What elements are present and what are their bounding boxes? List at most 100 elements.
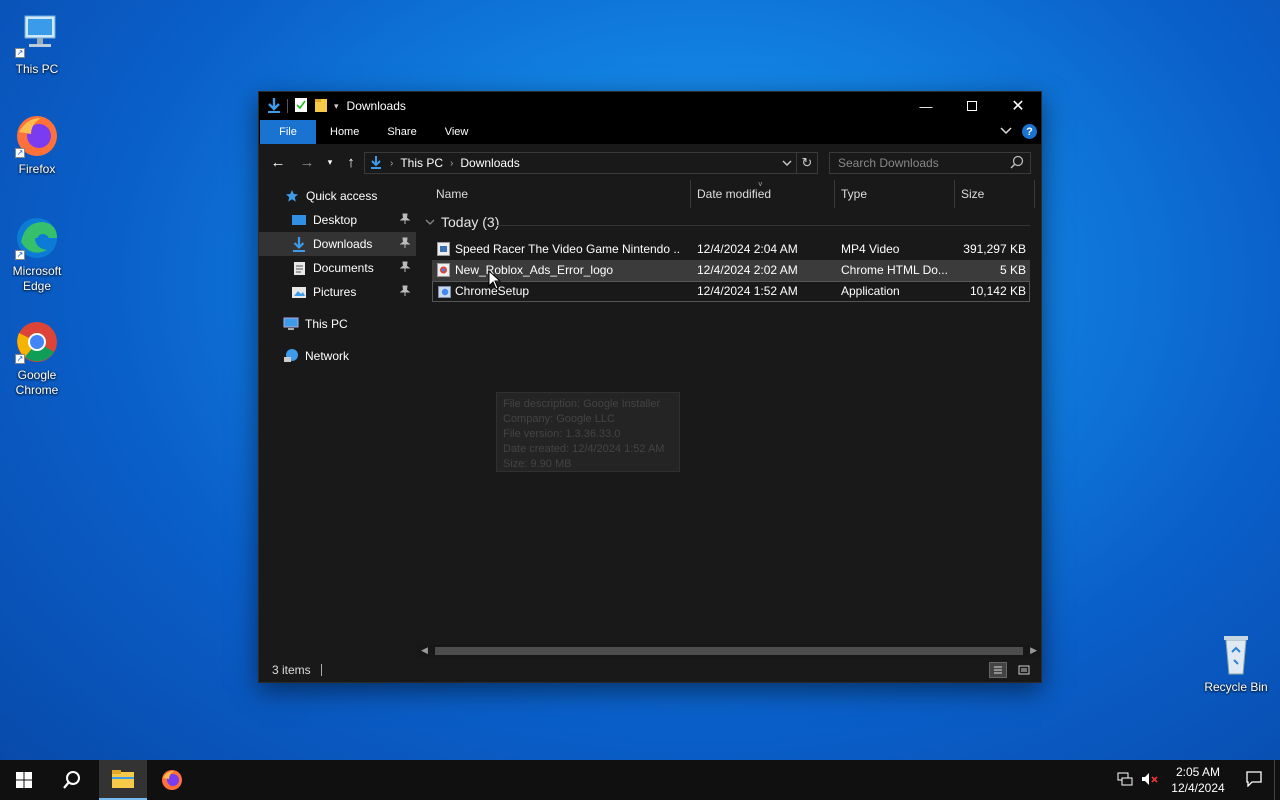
column-header-name[interactable]: Name xyxy=(436,180,686,208)
taskbar-file-explorer[interactable] xyxy=(99,760,147,800)
tooltip-line: Date created: 12/4/2024 1:52 AM xyxy=(503,443,665,455)
large-icons-view-icon xyxy=(1018,665,1030,675)
scroll-left-icon[interactable]: ◀ xyxy=(421,645,428,656)
scroll-right-icon[interactable]: ▶ xyxy=(1030,645,1037,656)
group-header-today[interactable]: Today (3) xyxy=(425,214,499,230)
nav-this-pc[interactable]: This PC xyxy=(259,312,416,336)
desktop-icon-label: Firefox xyxy=(18,162,56,176)
quick-access-toolbar: ▾ xyxy=(259,92,339,120)
volume-muted-icon[interactable] xyxy=(1138,772,1162,789)
file-row[interactable]: ChromeSetup 12/4/2024 1:52 AM Applicatio… xyxy=(432,281,1030,302)
documents-folder-icon xyxy=(291,260,307,276)
search-button[interactable] xyxy=(48,760,96,800)
forward-button[interactable]: → xyxy=(295,154,319,171)
chrome-icon: ↗ xyxy=(13,318,61,366)
nav-label: Quick access xyxy=(306,189,378,203)
properties-icon[interactable] xyxy=(294,97,308,116)
network-icon xyxy=(283,348,299,364)
computer-icon xyxy=(283,316,299,332)
pin-icon xyxy=(399,261,411,276)
column-header-size[interactable]: Size xyxy=(961,180,1031,208)
expand-ribbon-icon[interactable] xyxy=(1000,126,1012,138)
file-type: Chrome HTML Do... xyxy=(841,263,948,277)
explorer-body: Quick access Desktop Downloads Documents… xyxy=(259,180,1041,658)
new-folder-icon[interactable] xyxy=(314,97,328,116)
large-icons-view-button[interactable] xyxy=(1015,662,1033,678)
notifications-icon[interactable] xyxy=(1234,770,1274,790)
back-button[interactable]: ← xyxy=(266,154,290,171)
downloads-location-icon xyxy=(369,155,383,172)
nav-network[interactable]: Network xyxy=(259,344,416,368)
desktop-icon-edge[interactable]: ↗ Microsoft Edge xyxy=(1,214,73,294)
tooltip-line: Company: Google LLC xyxy=(503,413,615,425)
tab-home[interactable]: Home xyxy=(316,120,373,144)
nav-label: Pictures xyxy=(313,285,357,299)
desktop-folder-icon xyxy=(291,212,307,228)
this-pc-icon: ↗ xyxy=(13,12,61,60)
group-collapse-icon xyxy=(425,219,435,225)
nav-label: Network xyxy=(305,349,350,363)
breadcrumb-downloads[interactable]: Downloads xyxy=(460,156,519,170)
breadcrumb-separator: › xyxy=(390,157,394,169)
desktop-icon-label: This PC xyxy=(15,62,59,76)
desktop-icon-recycle-bin[interactable]: Recycle Bin xyxy=(1200,630,1272,695)
desktop-icon-chrome[interactable]: ↗ Google Chrome xyxy=(1,318,73,398)
windows-logo-icon xyxy=(16,772,32,788)
clock-date: 12/4/2024 xyxy=(1171,781,1225,795)
customize-chevron-icon[interactable]: ▾ xyxy=(334,101,339,112)
desktop-icon-this-pc[interactable]: ↗ This PC xyxy=(1,12,73,77)
tab-file[interactable]: File xyxy=(260,120,316,144)
file-row[interactable]: New_Roblox_Ads_Error_logo 12/4/2024 2:02… xyxy=(432,260,1030,281)
item-count: 3 items xyxy=(272,663,311,677)
column-header-type[interactable]: Type xyxy=(841,180,951,208)
details-view-icon xyxy=(994,666,1002,674)
network-tray-icon[interactable] xyxy=(1114,772,1136,789)
nav-desktop[interactable]: Desktop xyxy=(259,208,416,232)
nav-downloads[interactable]: Downloads xyxy=(259,232,416,256)
details-view-button[interactable] xyxy=(989,662,1007,678)
file-info-tooltip: File description: Google Installer Compa… xyxy=(496,392,680,472)
pin-icon xyxy=(399,237,411,252)
group-label: Today (3) xyxy=(441,214,500,230)
minimize-button[interactable]: — xyxy=(903,92,949,120)
tab-view[interactable]: View xyxy=(431,120,483,144)
start-button[interactable] xyxy=(0,760,48,800)
firefox-icon xyxy=(162,770,182,790)
recent-locations-button[interactable]: ▾ xyxy=(321,157,339,168)
scrollbar-thumb[interactable] xyxy=(435,647,1023,655)
nav-quick-access[interactable]: Quick access xyxy=(259,184,416,208)
maximize-button[interactable] xyxy=(949,92,995,120)
minimize-icon: — xyxy=(919,98,933,114)
pin-icon xyxy=(399,213,411,228)
file-date: 12/4/2024 1:52 AM xyxy=(697,284,798,298)
refresh-icon[interactable]: ↻ xyxy=(797,155,817,171)
up-button[interactable]: ↑ xyxy=(339,154,363,171)
nav-label: Downloads xyxy=(313,237,373,251)
desktop-icon-label: Google Chrome xyxy=(15,368,59,397)
search-placeholder: Search Downloads xyxy=(838,156,939,170)
close-button[interactable]: ✕ xyxy=(995,92,1041,120)
tab-share[interactable]: Share xyxy=(373,120,430,144)
title-bar: ▾ Downloads — ✕ xyxy=(259,92,1041,120)
downloads-folder-icon xyxy=(291,236,307,252)
edge-icon: ↗ xyxy=(13,214,61,262)
breadcrumb-this-pc[interactable]: This PC xyxy=(400,156,443,170)
desktop-icon-firefox[interactable]: ↗ Firefox xyxy=(1,112,73,177)
tooltip-line: File description: Google Installer xyxy=(503,398,661,410)
help-icon[interactable]: ? xyxy=(1022,124,1037,139)
file-row[interactable]: Speed Racer The Video Game Nintendo ... … xyxy=(432,239,1030,260)
nav-pictures[interactable]: Pictures xyxy=(259,280,416,304)
file-explorer-icon xyxy=(112,770,134,788)
breadcrumb-separator: › xyxy=(450,157,454,169)
nav-documents[interactable]: Documents xyxy=(259,256,416,280)
file-name: Speed Racer The Video Game Nintendo ... xyxy=(455,242,681,256)
taskbar-firefox[interactable] xyxy=(148,760,196,800)
search-input[interactable]: Search Downloads xyxy=(829,152,1031,174)
file-type: Application xyxy=(841,284,900,298)
status-bar: 3 items xyxy=(259,658,1041,682)
horizontal-scrollbar[interactable]: ◀ ▶ xyxy=(417,644,1041,658)
navigation-pane: Quick access Desktop Downloads Documents… xyxy=(259,180,416,658)
address-bar[interactable]: › This PC › Downloads ↻ xyxy=(364,152,818,174)
address-dropdown-icon[interactable] xyxy=(778,156,796,170)
clock[interactable]: 2:05 AM 12/4/2024 xyxy=(1166,764,1230,796)
